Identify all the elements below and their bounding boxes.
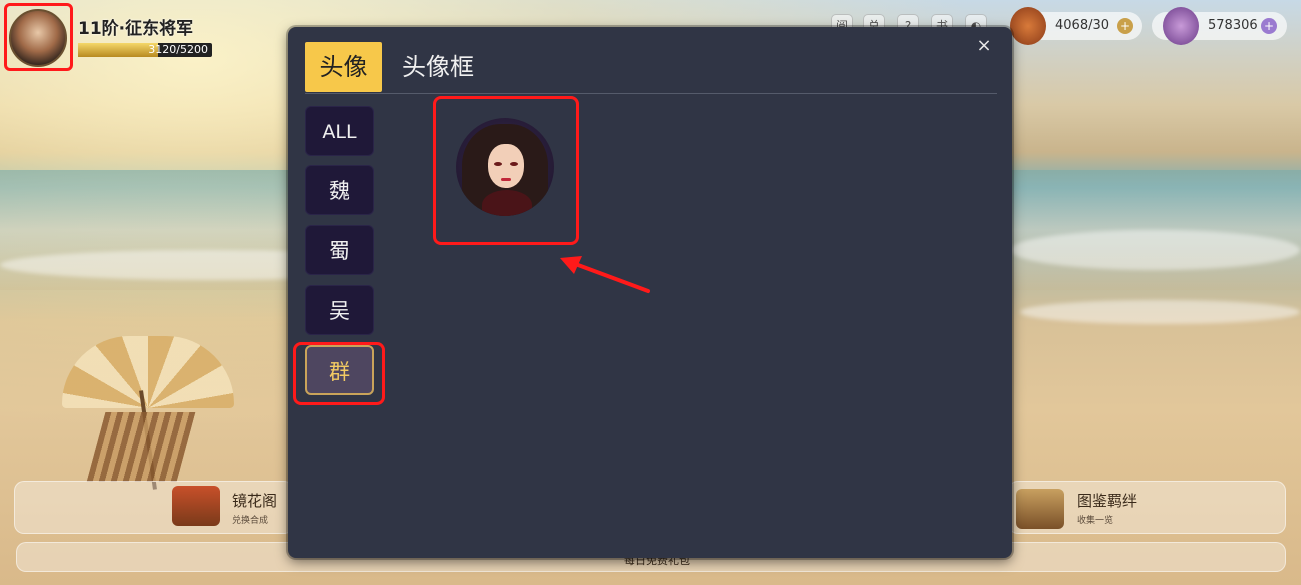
- beach-chair: [86, 412, 196, 482]
- bag-resource-value: 4068/30: [1055, 18, 1110, 33]
- faction-filter-qun[interactable]: 群: [305, 345, 374, 395]
- faction-filter-wei[interactable]: 魏: [305, 165, 374, 215]
- avatar-portrait-option[interactable]: [456, 118, 554, 216]
- beach-umbrella: [62, 336, 234, 408]
- tab-avatar-frame[interactable]: 头像框: [390, 42, 486, 92]
- wave-foam: [1020, 300, 1300, 324]
- coin-add-icon[interactable]: +: [1261, 18, 1277, 34]
- mirror-pavilion-title: 镜花阁: [232, 492, 278, 510]
- bag-icon: [1010, 7, 1046, 45]
- portrait-collar: [482, 190, 532, 216]
- bag-add-icon[interactable]: +: [1117, 18, 1133, 34]
- faction-filter-wu[interactable]: 吴: [305, 285, 374, 335]
- player-rank-title: 11阶·征东将军: [78, 19, 194, 39]
- tab-avatar[interactable]: 头像: [305, 42, 382, 92]
- pointer-arrow-icon: [560, 256, 650, 293]
- open-book-icon: [1016, 489, 1064, 529]
- pavilion-icon: [172, 486, 220, 526]
- codex-title: 图鉴羁绊: [1077, 492, 1138, 510]
- arrow-shaft: [568, 260, 650, 293]
- wave-foam: [1010, 230, 1300, 270]
- faction-filter-all[interactable]: ALL: [305, 106, 374, 156]
- mirror-pavilion-subtitle: 兑换合成: [232, 516, 269, 526]
- portrait-eye: [510, 162, 518, 166]
- xp-text: 3120/5200: [148, 43, 208, 56]
- coin-resource-value: 578306: [1208, 18, 1258, 33]
- codex-subtitle: 收集一览: [1077, 516, 1114, 526]
- coin-pouch-icon: [1163, 7, 1199, 45]
- portrait-lips: [501, 178, 511, 181]
- portrait-eye: [494, 162, 502, 166]
- tab-divider: [305, 93, 997, 94]
- avatar-highlight-box: [4, 3, 73, 71]
- close-icon[interactable]: ×: [974, 36, 994, 56]
- faction-filter-shu[interactable]: 蜀: [305, 225, 374, 275]
- portrait-face: [488, 144, 524, 188]
